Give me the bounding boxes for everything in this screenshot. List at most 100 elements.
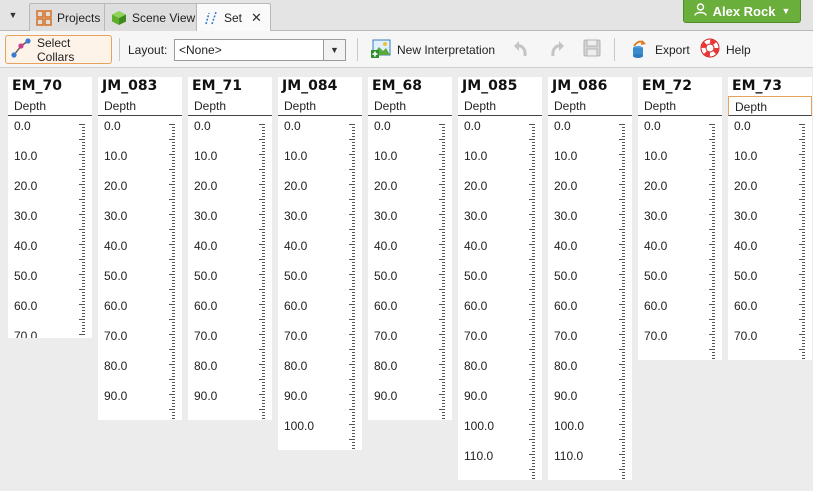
depth-scale[interactable]: 0.0 10.0 20.0 30.0 40.0 50.0 60.0 70.0: [728, 116, 812, 360]
ruler-tick: [352, 181, 355, 182]
ruler-tick: [262, 310, 265, 311]
ruler-tick: [532, 217, 535, 218]
ruler-tick: [442, 133, 445, 134]
depth-label: 50.0: [554, 269, 578, 283]
layout-select-value: <None>: [179, 43, 222, 57]
ruler-tick: [259, 274, 265, 275]
redo-button[interactable]: [542, 35, 572, 64]
save-icon: [581, 37, 603, 62]
ruler-tick: [439, 319, 445, 320]
ruler-tick: [622, 421, 625, 422]
depth-scale[interactable]: 0.0 10.0 20.0 30.0 40.0 50.0 60.0 70.0 80.0 90.0 1…: [278, 116, 362, 450]
ruler-tick: [352, 445, 355, 446]
ruler-tick: [712, 157, 715, 158]
ruler-tick: [262, 352, 265, 353]
tab-scene-view[interactable]: Scene View: [104, 3, 205, 31]
log-track[interactable]: EM_72 Depth 0.0 10.0 20.0 30.0 40.0 50.0 60.0 70.…: [638, 77, 722, 360]
save-button[interactable]: [577, 35, 607, 64]
log-track[interactable]: EM_68 Depth 0.0 10.0 20.0 30.0 40.0 50.0 60.0 70.…: [368, 77, 452, 420]
depth-column-header[interactable]: Depth: [98, 96, 182, 116]
ruler-tick: [262, 175, 265, 176]
select-collars-button[interactable]: Select Collars: [5, 35, 112, 64]
new-interpretation-button[interactable]: New Interpretation: [366, 35, 499, 64]
ruler-tick: [532, 196, 535, 197]
log-track[interactable]: EM_70 Depth 0.0 10.0 20.0 30.0 40.0 50.0 60.0 70.…: [8, 77, 92, 338]
log-track[interactable]: EM_73 Depth 0.0 10.0 20.0 30.0 40.0 50.0 60.0 70.…: [728, 77, 812, 360]
depth-scale[interactable]: 0.0 10.0 20.0 30.0 40.0 50.0 60.0 70.0 80.0 90.0: [368, 116, 452, 420]
ruler-tick: [352, 130, 355, 131]
tab-set[interactable]: Set ✕: [196, 3, 271, 32]
undo-button[interactable]: [506, 35, 536, 64]
tab-projects[interactable]: Projects: [29, 3, 110, 31]
user-menu-button[interactable]: Alex Rock ▼: [683, 0, 801, 23]
depth-label: 60.0: [464, 299, 488, 313]
depth-ruler: [529, 116, 535, 480]
depth-label: 30.0: [734, 209, 758, 223]
ruler-tick: [172, 172, 175, 173]
ruler-tick: [262, 205, 265, 206]
ruler-tick: [439, 244, 445, 245]
depth-scale[interactable]: 0.0 10.0 20.0 30.0 40.0 50.0 60.0 70.0 80.0 90.0: [188, 116, 272, 420]
ruler-tick: [712, 331, 715, 332]
ruler-tick: [442, 172, 445, 173]
ruler-tick: [82, 325, 85, 326]
log-track[interactable]: EM_71 Depth 0.0 10.0 20.0 30.0 40.0 50.0 60.0 70.…: [188, 77, 272, 420]
ruler-tick: [619, 139, 625, 140]
depth-scale[interactable]: 0.0 10.0 20.0 30.0 40.0 50.0 60.0 70.0: [638, 116, 722, 360]
ruler-tick: [622, 271, 625, 272]
ruler-tick: [172, 412, 175, 413]
ruler-tick: [439, 229, 445, 230]
ruler-tick: [802, 160, 805, 161]
depth-column-header[interactable]: Depth: [638, 96, 722, 116]
log-track[interactable]: JM_086 Depth 0.0 10.0 20.0 30.0 40.0 50.0 60.0 70…: [548, 77, 632, 480]
ruler-tick: [172, 190, 175, 191]
depth-column-header[interactable]: Depth: [458, 96, 542, 116]
layout-select[interactable]: <None> ▼: [174, 39, 346, 61]
ruler-tick: [532, 343, 535, 344]
tab-list-menu-button[interactable]: ▼: [5, 6, 21, 24]
ruler-tick: [82, 310, 85, 311]
depth-scale[interactable]: 0.0 10.0 20.0 30.0 40.0 50.0 60.0 70.0 80.0 90.0 1…: [458, 116, 542, 480]
toolbar: Select Collars Layout: <None> ▼ New Inte…: [0, 31, 813, 68]
ruler-tick: [352, 430, 355, 431]
depth-label: 30.0: [374, 209, 398, 223]
ruler-tick: [712, 223, 715, 224]
ruler-tick: [532, 247, 535, 248]
ruler-tick: [622, 415, 625, 416]
depth-label: 30.0: [644, 209, 668, 223]
ruler-tick: [622, 412, 625, 413]
ruler-tick: [262, 262, 265, 263]
depth-scale[interactable]: 0.0 10.0 20.0 30.0 40.0 50.0 60.0 70.0 80.0 90.0 1…: [548, 116, 632, 480]
ruler-tick: [442, 220, 445, 221]
ruler-tick: [712, 355, 715, 356]
depth-column-header[interactable]: Depth: [8, 96, 92, 116]
ruler-tick: [352, 196, 355, 197]
ruler-tick: [352, 295, 355, 296]
export-button[interactable]: Export: [624, 35, 694, 64]
ruler-tick: [442, 190, 445, 191]
depth-column-header[interactable]: Depth: [548, 96, 632, 116]
depth-scale[interactable]: 0.0 10.0 20.0 30.0 40.0 50.0 60.0 70.0 80.0 90.0: [98, 116, 182, 420]
ruler-tick: [622, 187, 625, 188]
log-track[interactable]: JM_083 Depth 0.0 10.0 20.0 30.0 40.0 50.0 60.0 70…: [98, 77, 182, 420]
help-button[interactable]: Help: [695, 35, 755, 64]
depth-column-header[interactable]: Depth: [188, 96, 272, 116]
ruler-tick: [172, 343, 175, 344]
ruler-tick: [172, 238, 175, 239]
depth-ruler: [619, 116, 625, 480]
ruler-tick: [262, 208, 265, 209]
depth-scale[interactable]: 0.0 10.0 20.0 30.0 40.0 50.0 60.0 70.0: [8, 116, 92, 338]
ruler-tick: [532, 286, 535, 287]
log-track[interactable]: JM_084 Depth 0.0 10.0 20.0 30.0 40.0 50.0 60.0 70…: [278, 77, 362, 450]
ruler-tick: [259, 379, 265, 380]
log-track[interactable]: JM_085 Depth 0.0 10.0 20.0 30.0 40.0 50.0 60.0 70…: [458, 77, 542, 480]
ruler-tick: [529, 154, 535, 155]
close-icon[interactable]: ✕: [251, 10, 262, 26]
depth-column-header[interactable]: Depth: [728, 96, 812, 116]
ruler-tick: [532, 307, 535, 308]
depth-column-header[interactable]: Depth: [278, 96, 362, 116]
ruler-tick: [352, 208, 355, 209]
ruler-tick: [442, 130, 445, 131]
depth-column-header[interactable]: Depth: [368, 96, 452, 116]
ruler-tick: [349, 394, 355, 395]
